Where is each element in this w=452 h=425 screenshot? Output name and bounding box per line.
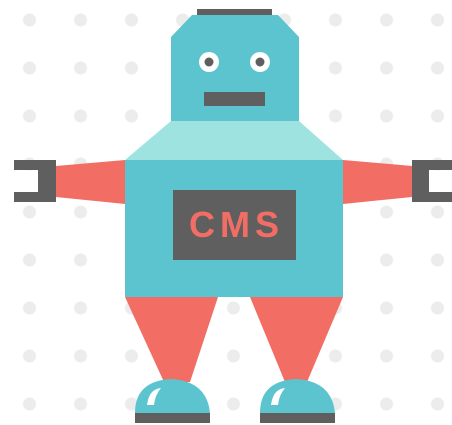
shoulders [125, 121, 343, 160]
left-leg [125, 297, 218, 382]
head-top-cap [171, 15, 299, 37]
left-shoe-icon [135, 379, 210, 423]
antenna-bar [197, 9, 272, 15]
head [171, 37, 299, 121]
robot-illustration: CMS [0, 0, 452, 425]
chest-badge-label: CMS [189, 204, 284, 245]
robot-svg: CMS [14, 9, 452, 423]
right-leg [250, 297, 343, 382]
mouth [204, 92, 265, 106]
right-arm [343, 160, 412, 204]
left-arm [56, 160, 125, 204]
left-eye [199, 52, 219, 72]
right-hand-claw-icon [412, 160, 452, 202]
right-shoe-icon [260, 379, 335, 423]
left-hand-claw-icon [14, 160, 56, 202]
right-eye [250, 52, 270, 72]
